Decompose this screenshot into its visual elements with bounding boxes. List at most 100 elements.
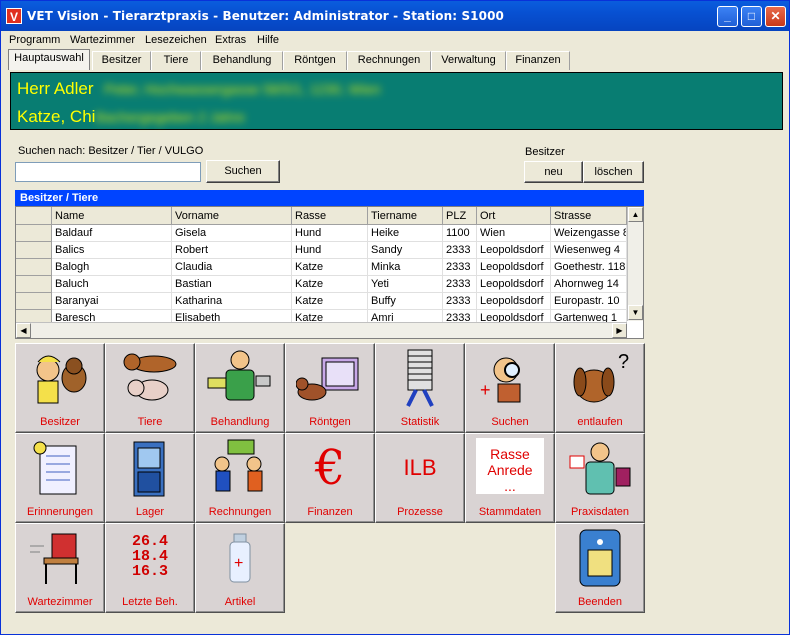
scroll-up-icon[interactable]: ▲ — [628, 207, 643, 222]
col-header-tiername[interactable]: Tiername — [368, 207, 443, 225]
scroll-down-icon[interactable]: ▼ — [628, 305, 643, 320]
grid-cell[interactable]: Baluch — [52, 276, 172, 293]
tile-suchen[interactable]: + Suchen — [465, 343, 555, 433]
grid-cell[interactable]: Claudia — [172, 259, 292, 276]
tile-röntgen[interactable]: Röntgen — [285, 343, 375, 433]
title-bar[interactable]: V VET Vision - Tierarztpraxis - Benutzer… — [1, 1, 789, 31]
row-header[interactable] — [16, 225, 52, 242]
grid-cell[interactable]: Wien — [477, 225, 551, 242]
grid-cell[interactable]: Leopoldsdorf — [477, 259, 551, 276]
delete-owner-button[interactable]: löschen — [583, 161, 644, 183]
menu-hilfe[interactable]: Hilfe — [257, 34, 279, 46]
grid-cell[interactable]: Balics — [52, 242, 172, 259]
menu-extras[interactable]: Extras — [215, 34, 246, 46]
scroll-left-icon[interactable]: ◀ — [16, 323, 31, 338]
grid-cell[interactable]: Leopoldsdorf — [477, 276, 551, 293]
grid-cell[interactable]: Robert — [172, 242, 292, 259]
tile-artikel[interactable]: + Artikel — [195, 523, 285, 613]
scroll-right-icon[interactable]: ▶ — [612, 323, 627, 338]
grid-cell[interactable]: 2333 — [443, 293, 477, 310]
grid-cell[interactable]: Katze — [292, 276, 368, 293]
tile-erinnerungen[interactable]: Erinnerungen — [15, 433, 105, 523]
tile-lager[interactable]: Lager — [105, 433, 195, 523]
grid-cell[interactable]: Leopoldsdorf — [477, 242, 551, 259]
menu-lesezeichen[interactable]: Lesezeichen — [145, 34, 207, 46]
tile-letzte-beh-[interactable]: 26.4 18.4 16.3 Letzte Beh. — [105, 523, 195, 613]
grid-cell[interactable]: Sandy — [368, 242, 443, 259]
tab-rechnungen[interactable]: Rechnungen — [347, 51, 431, 70]
grid-cell[interactable]: Heike — [368, 225, 443, 242]
close-button[interactable]: ✕ — [765, 6, 786, 27]
col-header-ort[interactable]: Ort — [477, 207, 551, 225]
grid-cell[interactable]: Hund — [292, 242, 368, 259]
col-header-vorname[interactable]: Vorname — [172, 207, 292, 225]
reminder-list-icon — [26, 438, 94, 498]
grid-cell[interactable]: Baldauf — [52, 225, 172, 242]
tab-tiere[interactable]: Tiere — [151, 51, 201, 70]
col-header-name[interactable]: Name — [52, 207, 172, 225]
tile-beenden[interactable]: Beenden — [555, 523, 645, 613]
menu-programm[interactable]: Programm — [9, 34, 60, 46]
animal-line: Katze, ChiBachergegeben 2 Jahre — [17, 107, 245, 127]
col-header-plz[interactable]: PLZ — [443, 207, 477, 225]
minimize-button[interactable]: _ — [717, 6, 738, 27]
tile-stammdaten[interactable]: Rasse Anrede... Stammdaten — [465, 433, 555, 523]
search-input[interactable] — [15, 162, 201, 182]
grid-cell[interactable]: Bastian — [172, 276, 292, 293]
tile-behandlung[interactable]: Behandlung — [195, 343, 285, 433]
tile-label: Erinnerungen — [26, 506, 94, 518]
owner-animal-grid[interactable]: Name Vorname Rasse Tiername PLZ Ort Stra… — [15, 206, 644, 339]
tile-tiere[interactable]: Tiere — [105, 343, 195, 433]
row-header[interactable] — [16, 259, 52, 276]
row-header[interactable] — [16, 293, 52, 310]
grid-cell[interactable]: Yeti — [368, 276, 443, 293]
row-header[interactable] — [16, 276, 52, 293]
grid-cell[interactable]: 2333 — [443, 276, 477, 293]
col-header-strasse[interactable]: Strasse — [551, 207, 627, 225]
grid-cell[interactable]: Katze — [292, 293, 368, 310]
tile-wartezimmer[interactable]: Wartezimmer — [15, 523, 105, 613]
tile-entlaufen[interactable]: ? entlaufen — [555, 343, 645, 433]
col-header-rasse[interactable]: Rasse — [292, 207, 368, 225]
grid-vertical-scrollbar[interactable]: ▲ ▼ — [627, 207, 643, 321]
tile-praxisdaten[interactable]: Praxisdaten — [555, 433, 645, 523]
grid-cell[interactable]: Europastr. 10 — [551, 293, 627, 310]
grid-cell[interactable]: Leopoldsdorf — [477, 293, 551, 310]
grid-cell[interactable]: Buffy — [368, 293, 443, 310]
grid-cell[interactable]: Katharina — [172, 293, 292, 310]
new-owner-button[interactable]: neu — [524, 161, 583, 183]
tile-prozesse[interactable]: ILB Prozesse — [375, 433, 465, 523]
grid-cell[interactable]: Goethestr. 118 — [551, 259, 627, 276]
tab-hauptauswahl[interactable]: Hauptauswahl — [8, 49, 90, 70]
tile-besitzer[interactable]: Besitzer — [15, 343, 105, 433]
grid-cell[interactable]: 2333 — [443, 242, 477, 259]
tile-rechnungen[interactable]: Rechnungen — [195, 433, 285, 523]
tile-label: Praxisdaten — [570, 506, 630, 518]
grid-cell[interactable]: Minka — [368, 259, 443, 276]
tab-finanzen[interactable]: Finanzen — [506, 51, 570, 70]
grid-cell[interactable]: 1100 — [443, 225, 477, 242]
grid-cell[interactable]: Ahornweg 14 — [551, 276, 627, 293]
maximize-button[interactable]: □ — [741, 6, 762, 27]
row-header[interactable] — [16, 242, 52, 259]
menu-wartezimmer[interactable]: Wartezimmer — [70, 34, 135, 46]
grid-cell[interactable]: Weizengasse 8 — [551, 225, 627, 242]
grid-cell[interactable]: 2333 — [443, 259, 477, 276]
tile-finanzen[interactable]: € Finanzen — [285, 433, 375, 523]
grid-cell[interactable]: Gisela — [172, 225, 292, 242]
tile-statistik[interactable]: Statistik — [375, 343, 465, 433]
date-glyph-1: 26.4 — [131, 533, 168, 550]
tile-label: Suchen — [491, 416, 529, 428]
grid-cell[interactable]: Baranyai — [52, 293, 172, 310]
grid-cell[interactable]: Hund — [292, 225, 368, 242]
tab-verwaltung[interactable]: Verwaltung — [431, 51, 506, 70]
grid-cell[interactable]: Katze — [292, 259, 368, 276]
grid-cell[interactable]: Wiesenweg 4 — [551, 242, 627, 259]
grid-cell[interactable]: Balogh — [52, 259, 172, 276]
grid-horizontal-scrollbar[interactable]: ◀ ▶ — [16, 322, 627, 338]
tab-roentgen[interactable]: Röntgen — [283, 51, 347, 70]
search-button[interactable]: Suchen — [206, 160, 280, 183]
tab-besitzer[interactable]: Besitzer — [92, 51, 151, 70]
paper-stack-icon — [386, 348, 454, 408]
tab-behandlung[interactable]: Behandlung — [201, 51, 283, 70]
